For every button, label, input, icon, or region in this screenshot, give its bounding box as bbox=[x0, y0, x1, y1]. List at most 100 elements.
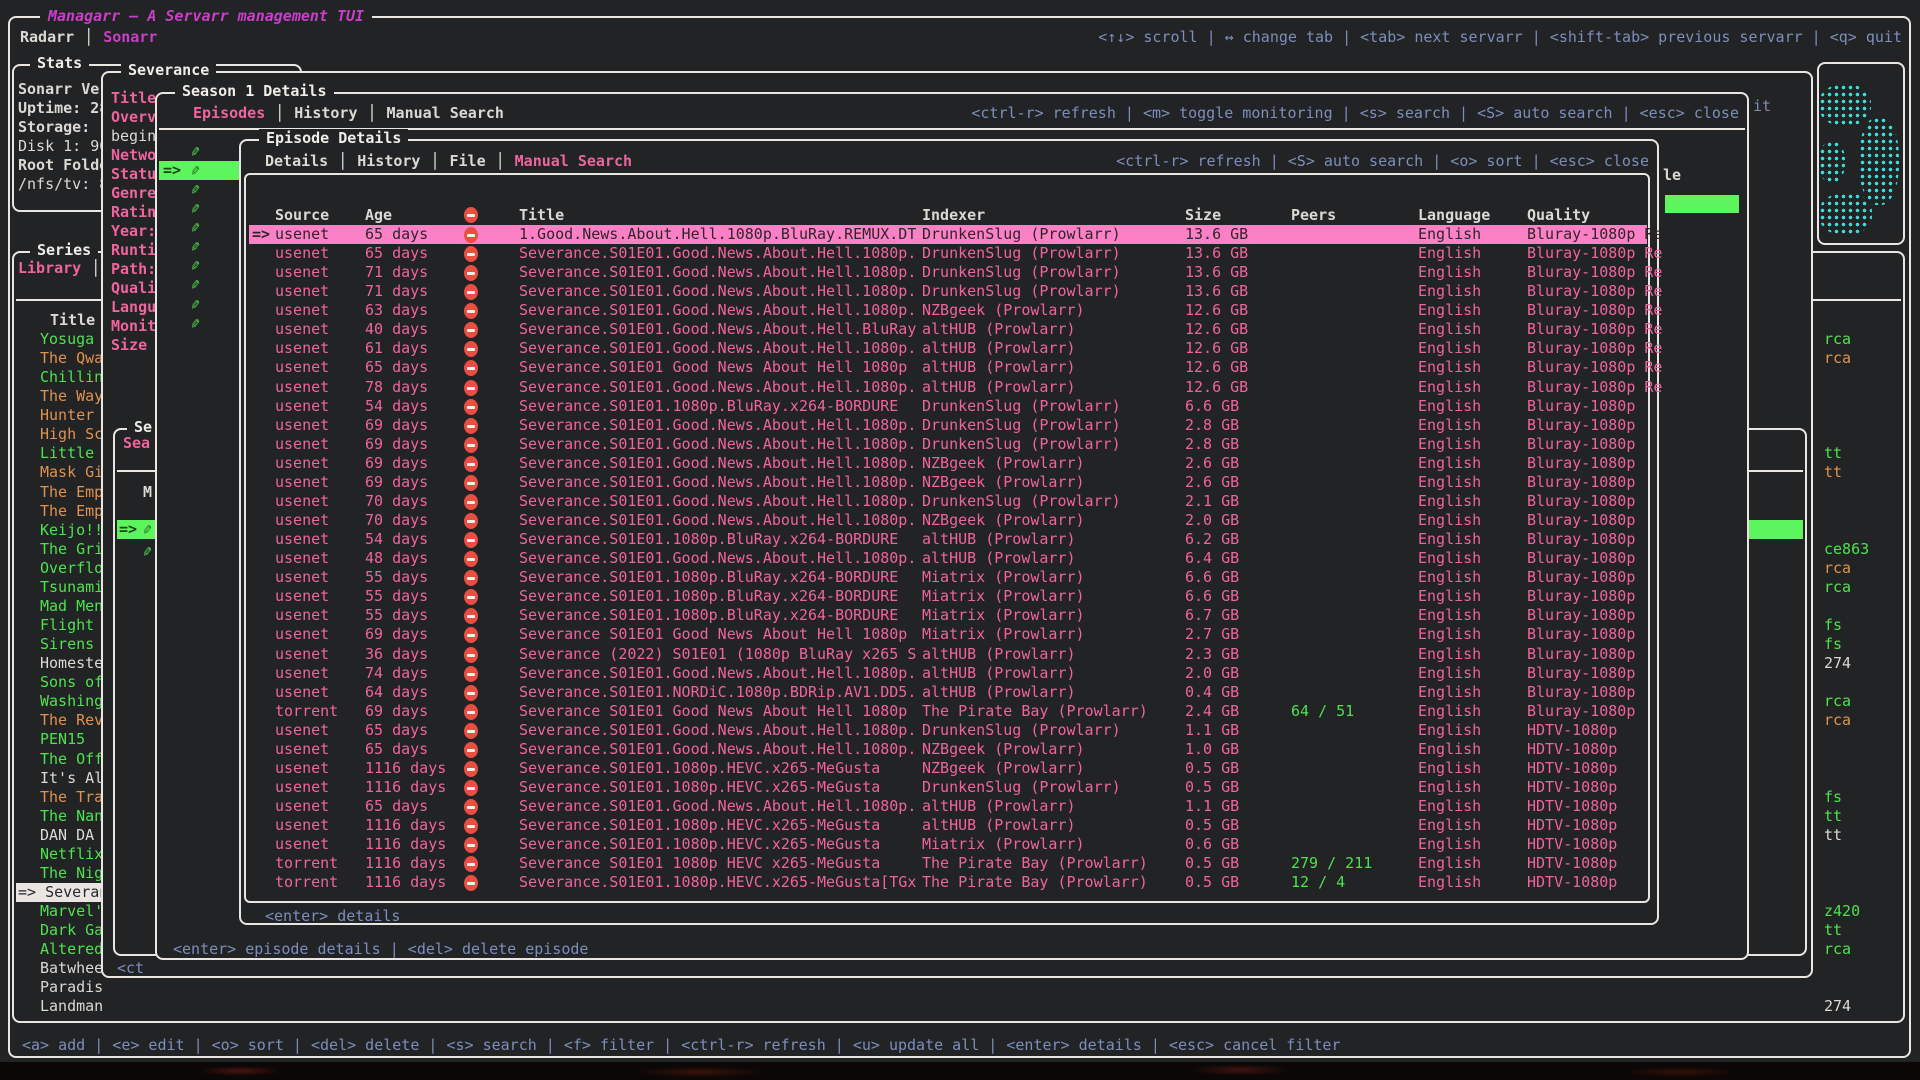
library-row[interactable]: Hunter bbox=[40, 406, 94, 425]
stats-line: Sonarr Ver bbox=[18, 80, 108, 99]
library-row[interactable]: The Rev bbox=[40, 711, 103, 730]
tab-file[interactable]: File bbox=[450, 152, 486, 170]
cell-age: 69 days bbox=[365, 416, 428, 435]
library-row[interactable]: Marvel' bbox=[40, 902, 103, 921]
result-row[interactable]: usenet69 daysSeverance S01E01 Good News … bbox=[249, 625, 1647, 644]
result-row[interactable]: usenet54 daysSeverance.S01E01.1080p.BluR… bbox=[249, 397, 1647, 416]
library-row-fragment: 274 bbox=[1824, 997, 1851, 1016]
library-row[interactable]: Flight bbox=[40, 616, 94, 635]
result-row[interactable]: usenet54 daysSeverance.S01E01.1080p.BluR… bbox=[249, 530, 1647, 549]
library-row[interactable]: Paradis bbox=[40, 978, 103, 997]
result-row[interactable]: usenet78 daysSeverance.S01E01.Good.News.… bbox=[249, 378, 1647, 397]
result-row[interactable]: usenet69 daysSeverance.S01E01.Good.News.… bbox=[249, 435, 1647, 454]
result-row[interactable]: usenet48 daysSeverance.S01E01.Good.News.… bbox=[249, 549, 1647, 568]
result-row[interactable]: usenet74 daysSeverance.S01E01.Good.News.… bbox=[249, 664, 1647, 683]
tab-season-manual-search[interactable]: Manual Search bbox=[387, 104, 504, 122]
library-row[interactable]: Landman bbox=[40, 997, 103, 1016]
tab-separator: │ bbox=[74, 28, 103, 46]
library-row[interactable]: DAN DA bbox=[40, 826, 94, 845]
episodes-selected-row[interactable]: => ✎ bbox=[159, 161, 241, 180]
tab-sonarr[interactable]: Sonarr bbox=[103, 28, 157, 46]
result-row[interactable]: usenet1116 daysSeverance.S01E01.1080p.HE… bbox=[249, 835, 1647, 854]
tab-radarr[interactable]: Radarr bbox=[20, 28, 74, 46]
library-row[interactable]: Washing bbox=[40, 692, 103, 711]
result-row[interactable]: usenet55 daysSeverance.S01E01.1080p.BluR… bbox=[249, 587, 1647, 606]
result-row[interactable]: usenet71 daysSeverance.S01E01.Good.News.… bbox=[249, 282, 1647, 301]
result-row[interactable]: usenet65 daysSeverance.S01E01.Good.News.… bbox=[249, 797, 1647, 816]
library-row[interactable]: Netflix bbox=[40, 845, 103, 864]
result-row[interactable]: usenet69 daysSeverance.S01E01.Good.News.… bbox=[249, 473, 1647, 492]
tab-library[interactable]: Library bbox=[18, 259, 81, 277]
library-row[interactable]: The Off bbox=[40, 750, 103, 769]
library-row-fragment: rca bbox=[1824, 349, 1851, 368]
result-row[interactable]: usenet65 daysSeverance.S01E01.Good.News.… bbox=[249, 721, 1647, 740]
result-row[interactable]: torrent1116 daysSeverance.S01E01.1080p.H… bbox=[249, 873, 1647, 892]
library-row[interactable]: Altered bbox=[40, 940, 103, 959]
cell-source: usenet bbox=[275, 816, 329, 835]
cell-language: English bbox=[1418, 702, 1481, 721]
monitored-pen-icon: ✎ bbox=[190, 294, 202, 314]
stats-line: /nfs/tv: 8 bbox=[18, 175, 108, 194]
library-row[interactable]: The Emp bbox=[40, 502, 103, 521]
result-row[interactable]: usenet64 daysSeverance.S01E01.NORDiC.108… bbox=[249, 683, 1647, 702]
library-row[interactable]: Chillin bbox=[40, 368, 103, 387]
result-row[interactable]: usenet63 daysSeverance.S01E01.Good.News.… bbox=[249, 301, 1647, 320]
cell-title: Severance S01E01 Good News About Hell 10… bbox=[519, 625, 907, 644]
result-row[interactable]: usenet55 daysSeverance.S01E01.1080p.BluR… bbox=[249, 568, 1647, 587]
reject-icon bbox=[464, 742, 478, 758]
library-row[interactable]: Overflo bbox=[40, 559, 103, 578]
result-row[interactable]: usenet55 daysSeverance.S01E01.1080p.BluR… bbox=[249, 606, 1647, 625]
result-row[interactable]: usenet1116 daysSeverance.S01E01.1080p.HE… bbox=[249, 816, 1647, 835]
cell-age: 1116 days bbox=[365, 816, 446, 835]
result-row[interactable]: usenet69 daysSeverance.S01E01.Good.News.… bbox=[249, 454, 1647, 473]
result-row[interactable]: usenet70 daysSeverance.S01E01.Good.News.… bbox=[249, 492, 1647, 511]
result-row[interactable]: usenet70 daysSeverance.S01E01.Good.News.… bbox=[249, 511, 1647, 530]
cell-indexer: The Pirate Bay (Prowlarr) bbox=[922, 873, 1148, 892]
library-row[interactable]: It's Al bbox=[40, 769, 103, 788]
library-row[interactable]: Mask Gi bbox=[40, 463, 103, 482]
result-row[interactable]: usenet65 daysSeverance.S01E01.Good.News.… bbox=[249, 244, 1647, 263]
library-row[interactable]: Batwhee bbox=[40, 959, 103, 978]
library-row[interactable]: Yosuga bbox=[40, 330, 94, 349]
result-row[interactable]: usenet61 daysSeverance.S01E01.Good.News.… bbox=[249, 339, 1647, 358]
tab-details[interactable]: Details bbox=[265, 152, 328, 170]
result-row[interactable]: usenet36 daysSeverance (2022) S01E01 (10… bbox=[249, 645, 1647, 664]
library-row[interactable]: Sirens bbox=[40, 635, 94, 654]
library-row[interactable]: The Qwa bbox=[40, 349, 103, 368]
series-info-label: Netwo bbox=[111, 146, 156, 165]
library-row[interactable]: Dark Ga bbox=[40, 921, 103, 940]
managarr-tui-screen: Managarr — A Servarr management TUI Rada… bbox=[0, 0, 1920, 1080]
result-row[interactable]: usenet1116 daysSeverance.S01E01.1080p.HE… bbox=[249, 778, 1647, 797]
result-row[interactable]: usenet1116 daysSeverance.S01E01.1080p.HE… bbox=[249, 759, 1647, 778]
library-row[interactable]: The Gri bbox=[40, 540, 103, 559]
tab-episode-history[interactable]: History bbox=[357, 152, 420, 170]
tab-episodes[interactable]: Episodes bbox=[193, 104, 265, 122]
result-row[interactable]: usenet71 daysSeverance.S01E01.Good.News.… bbox=[249, 263, 1647, 282]
library-row[interactable]: The Tra bbox=[40, 788, 103, 807]
library-row[interactable]: The Emp bbox=[40, 483, 103, 502]
library-row[interactable]: High Sc bbox=[40, 425, 103, 444]
library-row[interactable]: Homeste bbox=[40, 654, 103, 673]
library-row[interactable]: The Nan bbox=[40, 807, 103, 826]
library-row[interactable]: Sons of bbox=[40, 673, 103, 692]
result-row[interactable]: torrent69 daysSeverance S01E01 Good News… bbox=[249, 702, 1647, 721]
result-row[interactable]: usenet65 daysSeverance.S01E01 Good News … bbox=[249, 358, 1647, 377]
library-row[interactable]: The Nig bbox=[40, 864, 103, 883]
library-row[interactable]: Keijo!! bbox=[40, 521, 103, 540]
library-row[interactable]: Little bbox=[40, 444, 94, 463]
result-row[interactable]: usenet40 daysSeverance.S01E01.Good.News.… bbox=[249, 320, 1647, 339]
cell-size: 2.0 GB bbox=[1185, 664, 1239, 683]
cell-language: English bbox=[1418, 568, 1481, 587]
result-row[interactable]: torrent1116 daysSeverance S01E01 1080p H… bbox=[249, 854, 1647, 873]
tab-season-history[interactable]: History bbox=[294, 104, 357, 122]
library-row[interactable]: The Way bbox=[40, 387, 103, 406]
cell-language: English bbox=[1418, 740, 1481, 759]
library-row[interactable]: Tsunami bbox=[40, 578, 103, 597]
cell-indexer: altHUB (Prowlarr) bbox=[922, 549, 1076, 568]
result-row-selected[interactable]: =>usenet65 days1.Good.News.About.Hell.10… bbox=[249, 225, 1647, 244]
tab-manual-search[interactable]: Manual Search bbox=[515, 152, 632, 170]
library-row[interactable]: Mad Men bbox=[40, 597, 103, 616]
result-row[interactable]: usenet65 daysSeverance.S01E01.Good.News.… bbox=[249, 740, 1647, 759]
result-row[interactable]: usenet69 daysSeverance.S01E01.Good.News.… bbox=[249, 416, 1647, 435]
library-row[interactable]: PEN15 bbox=[40, 730, 85, 749]
